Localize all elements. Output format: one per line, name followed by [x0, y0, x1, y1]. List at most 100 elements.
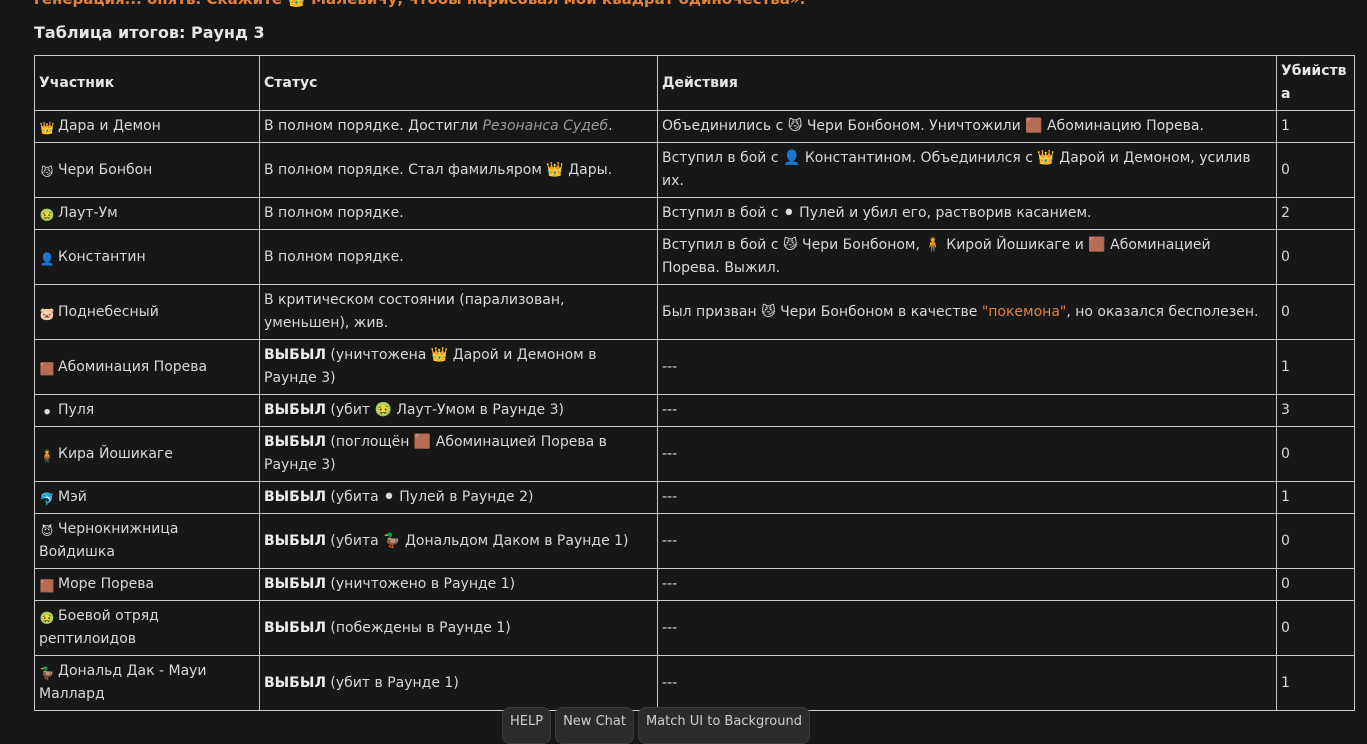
- kills-cell: 3: [1276, 394, 1355, 427]
- header-kills: Убийства: [1276, 55, 1355, 111]
- status-cell: ВЫБЫЛ (убит в Раунде 1): [259, 655, 658, 711]
- table-row: 😼 Чери Бонбон В полном порядке. Стал фамил…: [34, 142, 1355, 198]
- kills-cell: 0: [1276, 600, 1355, 656]
- table-row: 🧍 Кира Йошикаге ВЫБЫЛ (поглощён 🟫 Абоминац…: [34, 426, 1355, 482]
- participant-name: Абоминация Порева: [58, 358, 208, 375]
- status-cell-text: (убит 🤢 Лаут-Умом в Раунде 3): [325, 402, 564, 418]
- participant-emoji-icon: 🟫: [39, 361, 55, 376]
- actions-cell: ---: [657, 655, 1277, 711]
- actions-cell-text: ---: [662, 489, 678, 505]
- status-cell-text: .: [608, 118, 613, 134]
- actions-cell-text: , но оказался бесполезен.: [1066, 303, 1259, 320]
- status-cell: ВЫБЫЛ (поглощён 🟫 Абоминацией Порева в Р…: [259, 426, 658, 482]
- actions-cell: Вступил в бой с 😼 Чери Бонбоном, 🧍 Кирой…: [657, 229, 1277, 285]
- status-cell-text: ВЫБЫЛ: [264, 532, 326, 549]
- actions-cell-text: Вступил в бой с ⚫ Пулей и убил его, раст…: [662, 205, 1092, 221]
- page-title: Таблица итогов: Раунд 3: [34, 23, 265, 42]
- status-cell-text: (убита ⚫ Пулей в Раунде 2): [325, 489, 534, 505]
- status-cell-text: ВЫБЫЛ: [264, 489, 326, 505]
- actions-cell: ---: [657, 600, 1277, 656]
- participant-name: Дара и Демон: [58, 118, 161, 134]
- status-cell: ВЫБЫЛ (убита 🦆 Дональдом Даком в Раунде …: [259, 513, 658, 569]
- actions-cell: ---: [657, 513, 1277, 569]
- status-cell-text: В полном порядке.: [264, 205, 404, 221]
- participant-name: Кира Йошикаге: [58, 445, 173, 462]
- header-status: Статус: [259, 55, 658, 111]
- participant-cell: 👤 Константин: [34, 229, 260, 285]
- actions-cell-text: ---: [662, 402, 678, 418]
- status-cell-text: В критическом состоянии (парализован, ум…: [264, 292, 565, 331]
- status-cell-text: ВЫБЫЛ: [264, 434, 326, 450]
- status-cell-text: ВЫБЫЛ: [264, 347, 326, 363]
- table-row: 🤢 Боевой отряд рептилоидов ВЫБЫЛ (побежден…: [34, 600, 1355, 656]
- participant-emoji-icon: 🐷: [39, 306, 55, 321]
- previous-message-tail: генерация... опять. Скажите 👑 Малевичу, …: [34, 0, 805, 8]
- status-cell: ВЫБЫЛ (уничтожена 👑 Дарой и Демоном в Ра…: [259, 339, 658, 395]
- participant-emoji-icon: 🦆: [39, 666, 55, 680]
- table-row: 👤 Константин В полном порядке. Вступил в бо…: [34, 229, 1355, 285]
- participant-name: Лаут-Ум: [58, 205, 118, 221]
- actions-cell-text: Объединились с 😼 Чери Бонбоном. Уничтожи…: [662, 118, 1204, 134]
- actions-cell-text: ---: [662, 619, 678, 636]
- status-cell: В критическом состоянии (парализован, ум…: [259, 284, 658, 340]
- table-row: 😈 Чернокнижница Войдишка ВЫБЫЛ (убита 🦆 До…: [34, 513, 1355, 569]
- participant-cell: 🤢 Боевой отряд рептилоидов: [34, 600, 260, 656]
- actions-cell: ---: [657, 568, 1277, 601]
- table-row: 🐷 Поднебесный В критическом состоянии (пар…: [34, 284, 1355, 340]
- table-row: 🤢 Лаут-Ум В полном порядке. Вступил в бой с…: [34, 197, 1355, 230]
- status-cell-text: (уничтожено в Раунде 1): [325, 576, 516, 592]
- participant-cell: 🦆 Дональд Дак - Мауи Маллард: [34, 655, 260, 711]
- status-cell: ВЫБЫЛ (побеждены в Раунде 1): [259, 600, 658, 656]
- actions-cell-text: Был призван 😼 Чери Бонбоном в качестве: [662, 303, 982, 320]
- participant-emoji-icon: 🧍: [39, 448, 55, 463]
- status-cell-text: ВЫБЫЛ: [264, 674, 326, 691]
- status-cell-text: (побеждены в Раунде 1): [325, 619, 511, 636]
- participant-emoji-icon: 🟫: [39, 579, 55, 593]
- participant-name: Пуля: [58, 402, 95, 418]
- status-cell: В полном порядке. Стал фамильяром 👑 Дары…: [259, 142, 658, 198]
- participant-emoji-icon: 🤢: [39, 208, 55, 222]
- actions-cell-text: ---: [662, 576, 678, 592]
- header-actions: Действия: [657, 55, 1277, 111]
- kills-cell: 0: [1276, 568, 1355, 601]
- actions-cell: Вступил в бой с 👤 Константином. Объедини…: [657, 142, 1277, 198]
- table-row: 👑 Дара и Демон В полном порядке. Достигли …: [34, 110, 1355, 143]
- status-cell-text: ВЫБЫЛ: [264, 576, 326, 592]
- kills-cell: 0: [1276, 513, 1355, 569]
- table-header-row: Участник Статус Действия Убийства: [34, 55, 1355, 111]
- participant-name: Боевой отряд рептилоидов: [39, 608, 159, 647]
- actions-cell-text: ---: [662, 445, 678, 462]
- status-cell-text: В полном порядке. Стал фамильяром 👑 Дары…: [264, 161, 613, 178]
- kills-cell: 0: [1276, 142, 1355, 198]
- status-cell-text: (убита 🦆 Дональдом Даком в Раунде 1): [325, 532, 629, 549]
- status-cell-text: В полном порядке. Достигли: [264, 118, 483, 134]
- participant-emoji-icon: 👑: [39, 121, 55, 135]
- actions-cell-text: ---: [662, 674, 678, 691]
- participant-cell: 😼 Чери Бонбон: [34, 142, 260, 198]
- participant-emoji-icon: 🐬: [39, 492, 55, 506]
- results-table: Участник Статус Действия Убийства 👑 Дара …: [34, 55, 1355, 711]
- actions-cell: ---: [657, 394, 1277, 427]
- actions-cell: Объединились с 😼 Чери Бонбоном. Уничтожи…: [657, 110, 1277, 143]
- participant-emoji-icon: 👤: [39, 251, 55, 266]
- kills-cell: 0: [1276, 229, 1355, 285]
- status-cell-text: ВЫБЫЛ: [264, 619, 326, 636]
- kills-cell: 0: [1276, 426, 1355, 482]
- participant-name: Море Порева: [58, 576, 155, 592]
- kills-cell: 1: [1276, 481, 1355, 514]
- participant-emoji-icon: 🤢: [39, 611, 55, 625]
- status-cell: В полном порядке. Достигли Резонанса Суд…: [259, 110, 658, 143]
- status-cell-text: В полном порядке.: [264, 248, 404, 265]
- status-cell-text: (убит в Раунде 1): [325, 674, 459, 691]
- table-row: 🐬 Мэй ВЫБЫЛ (убита ⚫ Пулей в Раунде 2) --- 1: [34, 481, 1355, 514]
- status-cell-text: Резонанса Судеб: [482, 118, 609, 134]
- status-cell-text: ВЫБЫЛ: [264, 402, 326, 418]
- status-cell: В полном порядке.: [259, 197, 658, 230]
- actions-cell-text: Вступил в бой с 😼 Чери Бонбоном, 🧍 Кирой…: [662, 237, 1211, 276]
- table-row: ⚫ Пуля ВЫБЫЛ (убит 🤢 Лаут-Умом в Раунде 3)…: [34, 394, 1355, 427]
- actions-cell-text: "покемона": [981, 303, 1067, 320]
- actions-cell: ---: [657, 339, 1277, 395]
- kills-cell: 2: [1276, 197, 1355, 230]
- participant-name: Чернокнижница Войдишка: [39, 521, 179, 560]
- participant-emoji-icon: 😼: [40, 164, 54, 179]
